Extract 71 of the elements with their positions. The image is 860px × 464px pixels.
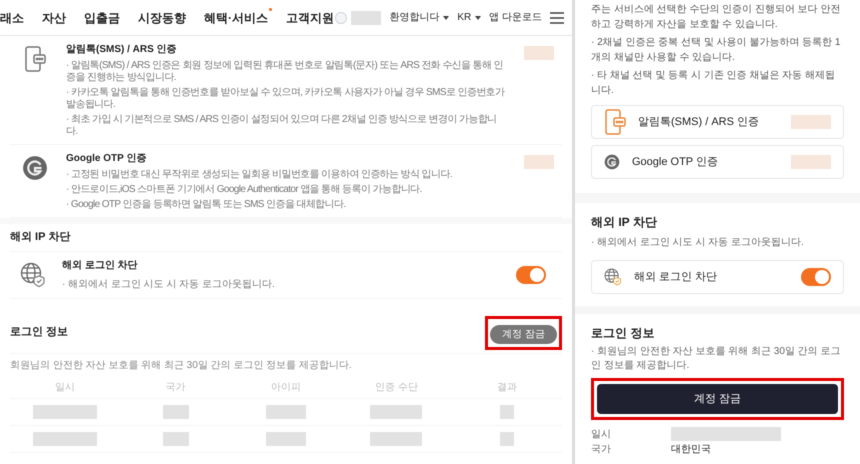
blurred-block <box>791 155 831 169</box>
blurred-block <box>524 46 554 60</box>
blurred-block <box>33 404 98 418</box>
blurred-block <box>500 404 514 418</box>
column-header: 결과 <box>496 380 518 394</box>
otp-icon <box>22 155 48 181</box>
blurred-block <box>791 115 831 129</box>
section-title: 로그인 정보 <box>10 325 68 340</box>
welcome-menu[interactable]: 환영합니다 <box>389 10 450 25</box>
globe-shield-icon <box>20 262 46 288</box>
auth-note: · 안드로이드,iOS 스마트폰 기기에서 Google Authenticator 앱을 통해 등록이 가능합니다. <box>66 184 423 196</box>
column-header: 국가 <box>164 380 187 394</box>
toggle-switch[interactable] <box>516 266 546 284</box>
language-menu[interactable]: KR <box>457 10 482 25</box>
field-label: 일시 <box>591 428 612 442</box>
section-title: 해외 IP 차단 <box>10 224 562 252</box>
blurred-block <box>162 404 189 418</box>
account-lock-button[interactable]: 계정 잠금 <box>597 384 838 414</box>
blurred-block <box>33 432 98 446</box>
setting-note: · 해외에서 로그인 시도 시 자동 로그아웃됩니다. <box>62 278 276 292</box>
auth-note: · 최초 가입 시 기본적으로 SMS / ARS 인증이 설정되어 있으며 다른 2채널 인증 방식으로 변경이 가능합니다. <box>66 114 498 138</box>
auth-note: · 고정된 비밀번호 대신 무작위로 생성되는 일회용 비밀번호를 이용하여 인증하는 방식 입니다. <box>66 169 454 181</box>
caret-icon <box>475 16 482 20</box>
blurred-block <box>370 404 422 418</box>
phone-message-icon <box>604 109 626 135</box>
blurred-username <box>351 10 382 24</box>
auth-method-card[interactable]: 알림톡(SMS) / ARS 인증 <box>591 105 844 139</box>
auth-method-title: Google OTP 인증 <box>66 152 148 166</box>
nav-link[interactable]: 시장동향 <box>138 8 186 26</box>
setting-note: · 해외에서 로그인 시도 시 자동 로그아웃됩니다. <box>591 236 805 250</box>
intro-note: 주는 서비스에 선택한 수단의 인증이 진행되어 보다 안전하고 강력하게 자산을 보호할 수 있습니다. <box>591 3 842 32</box>
blurred-block <box>162 432 189 446</box>
auth-note: · 카카오톡 알림톡을 통해 인증번호를 받아보실 수 있으며, 카카오톡 사용자가 아닐 경우 SMS로 인증번호가 발송됩니다. <box>66 87 506 111</box>
nav-link[interactable]: 래소 <box>0 8 24 26</box>
intro-note: · 타 채널 선택 및 등록 시 기존 인증 채널은 자동 해제됩니다. <box>591 69 836 98</box>
otp-icon <box>604 154 620 170</box>
nav-link[interactable]: 혜택·서비스 <box>204 8 268 26</box>
section-title: 해외 IP 차단 <box>591 214 658 231</box>
globe-shield-icon <box>604 268 622 286</box>
column-header: 인증 수단 <box>374 380 419 394</box>
blurred-block <box>266 404 306 418</box>
login-info-description: 회원님의 안전한 자산 보호를 위해 최근 30일 간의 로그인 정보를 제공합니다. <box>10 358 353 372</box>
auth-note: · 알림톡(SMS) / ARS 인증은 회원 정보에 입력된 휴대폰 번호로 알림톡(문자) 또는 ARS 전화 수신을 통해 인증을 진행하는 방식입니다. <box>66 60 504 84</box>
blurred-block <box>524 155 554 169</box>
auth-note: · Google OTP 인증을 등록하면 알림톡 또는 SMS 인증을 대체합니다. <box>66 199 347 211</box>
setting-label: 해외 로그인 차단 <box>634 270 718 285</box>
login-info-description: · 회원님의 안전한 자산 보호를 위해 최근 30일 간의 로그인 정보를 제공합니다. <box>591 345 842 373</box>
column-header: 아이피 <box>270 380 302 394</box>
blurred-block <box>370 432 422 446</box>
auth-method-title: 알림톡(SMS) / ARS 인증 <box>66 43 178 57</box>
auth-method-card[interactable]: Google OTP 인증 <box>591 145 844 179</box>
app-download-link[interactable]: 앱 다운로드 <box>489 10 542 25</box>
blurred-block <box>500 432 514 446</box>
setting-label: 해외 로그인 차단 <box>62 258 139 272</box>
auth-method-title: 알림톡(SMS) / ARS 인증 <box>638 114 760 130</box>
avatar-icon <box>335 12 348 24</box>
toggle-switch[interactable] <box>801 268 831 286</box>
section-title: 로그인 정보 <box>591 325 656 342</box>
account-lock-button[interactable]: 계정 잠금 <box>490 324 557 344</box>
nav-link[interactable]: 고객지원 <box>286 8 334 26</box>
blurred-block <box>266 432 306 446</box>
intro-note: · 2채널 인증은 중복 선택 및 사용이 불가능하며 등록한 1개의 채널만 사용할 수 있습니다. <box>591 36 842 65</box>
auth-method-title: Google OTP 인증 <box>632 154 719 170</box>
field-value: 대한민국 <box>671 442 711 456</box>
column-header: 일시 <box>54 380 76 394</box>
phone-message-icon <box>24 46 46 72</box>
nav-link[interactable]: 자산 <box>42 8 66 26</box>
caret-icon <box>443 16 450 20</box>
menu-icon[interactable] <box>550 12 564 24</box>
field-label: 국가 <box>591 442 612 456</box>
nav-link[interactable]: 입출금 <box>84 8 120 26</box>
